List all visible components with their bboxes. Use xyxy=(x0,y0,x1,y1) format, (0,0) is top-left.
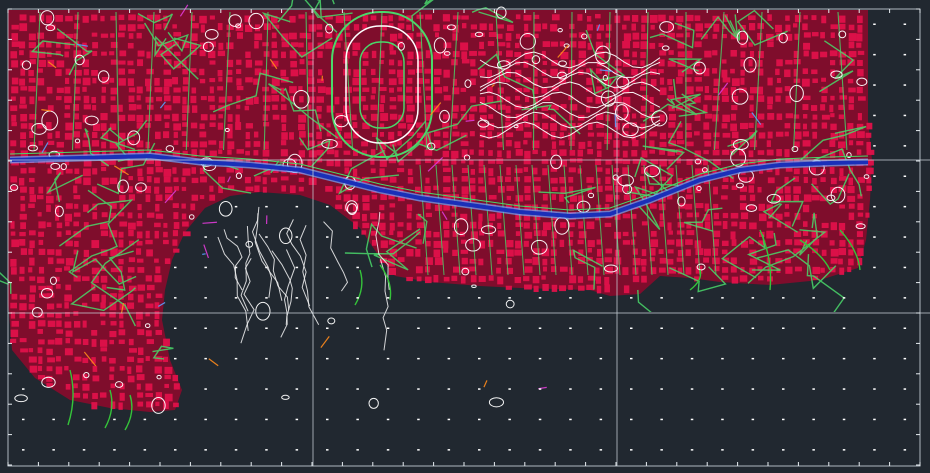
map-linework xyxy=(0,0,930,473)
cad-drawing-canvas[interactable] xyxy=(0,0,930,473)
cad-drawing-viewport[interactable] xyxy=(0,0,930,473)
